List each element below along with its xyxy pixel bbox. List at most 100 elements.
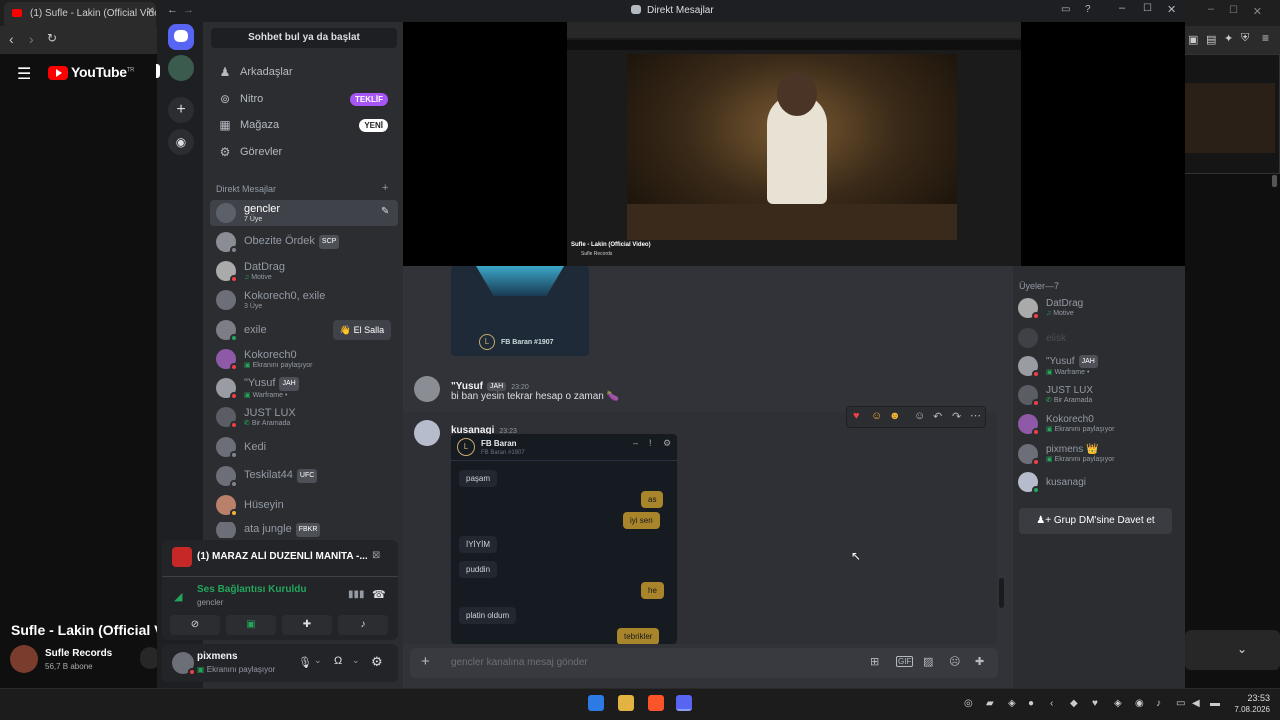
battery-icon[interactable]: ▬ (1210, 698, 1220, 709)
hamburger-menu-icon[interactable]: ☰ (17, 64, 31, 84)
dm-item-kokorech0-exile[interactable]: Kokorech0, exile 3 Üye (210, 287, 398, 313)
add-reaction-icon[interactable]: ☺ (914, 410, 925, 422)
add-server-icon[interactable]: + (168, 97, 194, 123)
sticker-icon[interactable]: ▨ (923, 655, 933, 668)
emoji-icon[interactable]: ☹ (949, 655, 960, 668)
help-icon[interactable]: ? (1085, 4, 1091, 15)
create-dm-icon[interactable]: + (382, 182, 388, 194)
home-button[interactable] (168, 24, 194, 50)
more-icon[interactable]: ⋯ (970, 409, 981, 422)
browser-forward-icon[interactable]: › (29, 31, 34, 47)
tray-edge-icon[interactable]: ◉ (1135, 698, 1144, 709)
dm-item-gencler[interactable]: gencler 7 Üye ✎ (210, 200, 398, 226)
screen-share-button[interactable]: ▣ (226, 615, 276, 635)
volume-icon[interactable]: ◀ (1192, 698, 1200, 709)
chat-scrollbar[interactable] (999, 578, 1004, 608)
member-item[interactable]: kusanagi (1018, 469, 1178, 495)
search-input[interactable]: Sohbet bul ya da başlat (211, 28, 397, 48)
headphones-icon[interactable]: Ω (334, 655, 342, 667)
signal-icon[interactable]: ◢ (174, 590, 182, 603)
tray-app-icon[interactable]: ◈ (1008, 698, 1016, 709)
dm-item-just-lux[interactable]: JUST LUX ✆ Bir Aramada (210, 404, 398, 430)
youtube-logo[interactable]: YouTubeTR (48, 64, 134, 81)
dm-item-ata-jungle[interactable]: ata jungle FBKR (210, 522, 398, 538)
dm-item-datdrag[interactable]: DatDrag ♫ Motive (210, 258, 398, 284)
reply-icon[interactable]: ↶ (933, 410, 942, 423)
back-arrow-icon[interactable]: ← (167, 4, 178, 16)
noise-suppression-icon[interactable]: ▮▮▮ (348, 589, 365, 600)
tray-app-icon[interactable]: ● (1028, 698, 1034, 709)
inbox-icon[interactable]: ▭ (1061, 4, 1070, 15)
file-explorer-icon[interactable] (618, 695, 634, 711)
camera-off-button[interactable]: ⊘ (170, 615, 220, 635)
discord-taskbar-icon[interactable] (676, 695, 692, 711)
user-avatar[interactable] (172, 652, 196, 676)
member-item[interactable]: JUST LUX ✆ Bir Aramada (1018, 382, 1178, 408)
collapse-panel[interactable]: ⌄ (1185, 630, 1280, 670)
member-item[interactable]: pixmens 👑 ▣ Ekranını paylaşıyor (1018, 441, 1178, 467)
headphones-chevron-icon[interactable]: ⌄ (352, 655, 360, 666)
maximize-icon[interactable]: ☐ (1143, 3, 1152, 14)
member-item[interactable]: Kokorech0 ▣ Ekranını paylaşıyor (1018, 411, 1178, 437)
nav-shop[interactable]: ▦ Mağaza YENİ (218, 114, 398, 136)
voice-channel[interactable]: gencler (197, 598, 223, 607)
soundboard-button[interactable]: ♪ (338, 615, 388, 635)
sidebar-icon[interactable]: ▣ (1188, 33, 1198, 46)
voice-connected[interactable]: Ses Bağlantısı Kuruldu (197, 584, 306, 595)
brave-browser-icon[interactable] (648, 695, 664, 711)
message-avatar[interactable] (414, 376, 440, 402)
browser-maximize-icon[interactable]: ☐ (1229, 5, 1238, 16)
tray-mic-icon[interactable]: ♪ (1156, 698, 1161, 709)
gift-icon[interactable]: ⊞ (870, 655, 879, 668)
mic-chevron-icon[interactable]: ⌄ (314, 655, 322, 666)
browser-scrollbar[interactable] (1272, 175, 1277, 187)
apps-icon[interactable]: ✚ (975, 655, 984, 668)
menu-icon[interactable]: ≡ (1262, 31, 1269, 45)
gif-icon[interactable]: GIF (896, 656, 914, 667)
dm-item-huseyin[interactable]: Hüseyin (210, 492, 398, 518)
wave-button[interactable]: 👋 El Salla (333, 320, 391, 340)
nav-nitro[interactable]: ⊚ Nitro TEKLİF (218, 88, 398, 110)
nav-quests[interactable]: ⚙ Görevler (218, 141, 398, 163)
explore-icon[interactable]: ◉ (168, 129, 194, 155)
message-avatar[interactable] (414, 420, 440, 446)
heart-reaction-icon[interactable]: ♥ (853, 410, 860, 422)
pin-icon[interactable]: ✎ (381, 206, 389, 217)
dm-item-kokorech0[interactable]: Kokorech0 ▣ Ekranını paylaşıyor (210, 346, 398, 372)
extensions-icon[interactable]: ✦ (1224, 32, 1233, 45)
close-icon[interactable]: ✕ (1167, 3, 1176, 16)
attach-plus-icon[interactable]: + (421, 653, 430, 670)
emoji-reaction-icon[interactable]: ☻ (889, 410, 901, 422)
wallet-icon[interactable]: ▤ (1206, 33, 1216, 46)
browser-close-icon[interactable]: ✕ (1253, 5, 1262, 18)
member-item[interactable]: DatDrag ♫ Motive (1018, 295, 1178, 321)
stream-viewer[interactable]: Sufle - Lakin (Official Video) Sufle Rec… (403, 22, 1185, 266)
member-item[interactable]: eiisk (1018, 325, 1178, 351)
browser-reload-icon[interactable]: ↻ (47, 31, 57, 45)
invite-button[interactable]: ♟+ Grup DM'sine Davet et (1019, 508, 1172, 534)
settings-gear-icon[interactable]: ⚙ (371, 654, 383, 670)
message-composer[interactable]: + gencler kanalına mesaj gönder ⊞ GIF ▨ … (410, 648, 998, 678)
dm-item-obezite[interactable]: Obezite Ördek SCP (210, 229, 398, 255)
dm-item-yusuf[interactable]: "Yusuf JAH ▣ Warframe • (210, 375, 398, 401)
clock-time[interactable]: 23:53 (1232, 693, 1270, 703)
dm-item-kedi[interactable]: Kedi (210, 434, 398, 460)
nav-friends[interactable]: ♟ Arkadaşlar (218, 61, 398, 83)
tray-app-icon[interactable]: ◈ (1114, 698, 1122, 709)
channel-name[interactable]: Sufle Records (45, 648, 112, 659)
stop-stream-icon[interactable]: ⊠ (372, 550, 380, 561)
browser-minimize-icon[interactable]: – (1208, 3, 1214, 15)
dm-item-exile[interactable]: exile 👋 El Salla (210, 317, 398, 343)
embed-image[interactable]: L FB Baran #1907 (451, 266, 589, 356)
message-input[interactable]: gencler kanalına mesaj gönder (451, 657, 588, 668)
shield-icon[interactable]: ⛨ (1241, 32, 1249, 45)
tray-app-icon[interactable]: ‹ (1050, 698, 1053, 709)
server-icon[interactable] (168, 55, 194, 81)
channel-avatar[interactable] (10, 645, 38, 673)
browser-tab[interactable]: (1) Sufle - Lakin (Official Vide (4, 2, 156, 26)
attachment-screenshot[interactable]: L FB Baran FB Baran #1907 – ! ⚙ paşam as… (451, 434, 677, 644)
chevron-down-icon[interactable]: ⌄ (1237, 642, 1247, 656)
member-item[interactable]: "Yusuf JAH ▣ Warframe • (1018, 353, 1178, 379)
tray-app-icon[interactable]: ◆ (1070, 698, 1078, 709)
network-icon[interactable]: ▭ (1176, 698, 1185, 709)
